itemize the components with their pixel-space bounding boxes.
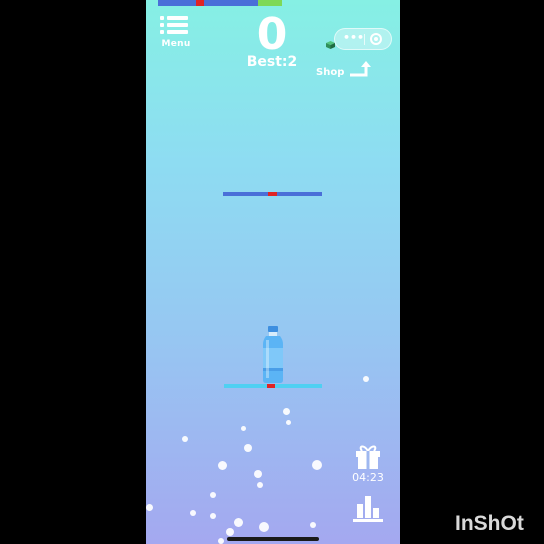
bubble bbox=[244, 444, 252, 452]
bubble bbox=[254, 470, 262, 478]
target-marker bbox=[267, 384, 275, 388]
cube-icon bbox=[326, 41, 335, 49]
best-score: Best:2 bbox=[246, 54, 298, 70]
water-bottle bbox=[263, 326, 283, 383]
home-indicator[interactable] bbox=[227, 537, 319, 541]
bubble bbox=[286, 420, 291, 425]
target-icon[interactable] bbox=[370, 33, 382, 45]
progress-segment bbox=[158, 0, 196, 6]
bubble bbox=[190, 510, 196, 516]
progress-segment bbox=[196, 0, 204, 6]
bubble bbox=[182, 436, 188, 442]
shop-button[interactable]: Shop bbox=[314, 60, 374, 82]
bubble bbox=[259, 522, 269, 532]
platform-upper bbox=[223, 192, 322, 196]
bubble bbox=[210, 492, 216, 498]
progress-segment bbox=[204, 0, 258, 6]
bubble bbox=[226, 528, 234, 536]
progress-segment bbox=[258, 0, 282, 6]
capsule-divider bbox=[364, 34, 365, 45]
bubble bbox=[310, 522, 316, 528]
more-dots-icon[interactable]: ••• bbox=[343, 31, 364, 44]
bubble bbox=[312, 460, 322, 470]
watermark-logo: InShOt bbox=[455, 512, 524, 535]
bubble bbox=[241, 426, 246, 431]
bubble bbox=[218, 538, 224, 544]
level-progress-bar bbox=[158, 0, 282, 6]
bubble bbox=[283, 408, 290, 415]
shop-arrow-icon bbox=[350, 61, 371, 77]
gift-icon[interactable] bbox=[355, 444, 381, 470]
score-value: 0 bbox=[256, 9, 288, 60]
mini-program-capsule: ••• bbox=[334, 28, 392, 50]
bar-chart-icon[interactable] bbox=[353, 494, 383, 522]
bubble bbox=[257, 482, 263, 488]
bubble bbox=[218, 461, 227, 470]
bubble bbox=[234, 518, 243, 527]
bubble bbox=[210, 513, 216, 519]
menu-label: Menu bbox=[161, 39, 191, 49]
bubble bbox=[363, 376, 369, 382]
menu-button[interactable]: Menu bbox=[158, 14, 194, 50]
gift-timer: 04:23 bbox=[352, 471, 384, 484]
target-marker bbox=[268, 192, 277, 196]
bubble bbox=[146, 504, 153, 511]
shop-label: Shop bbox=[316, 67, 345, 78]
platform-lower bbox=[224, 384, 322, 388]
game-screen[interactable]: Menu 0 Best:2 ••• Shop 04:23 bbox=[146, 0, 400, 544]
